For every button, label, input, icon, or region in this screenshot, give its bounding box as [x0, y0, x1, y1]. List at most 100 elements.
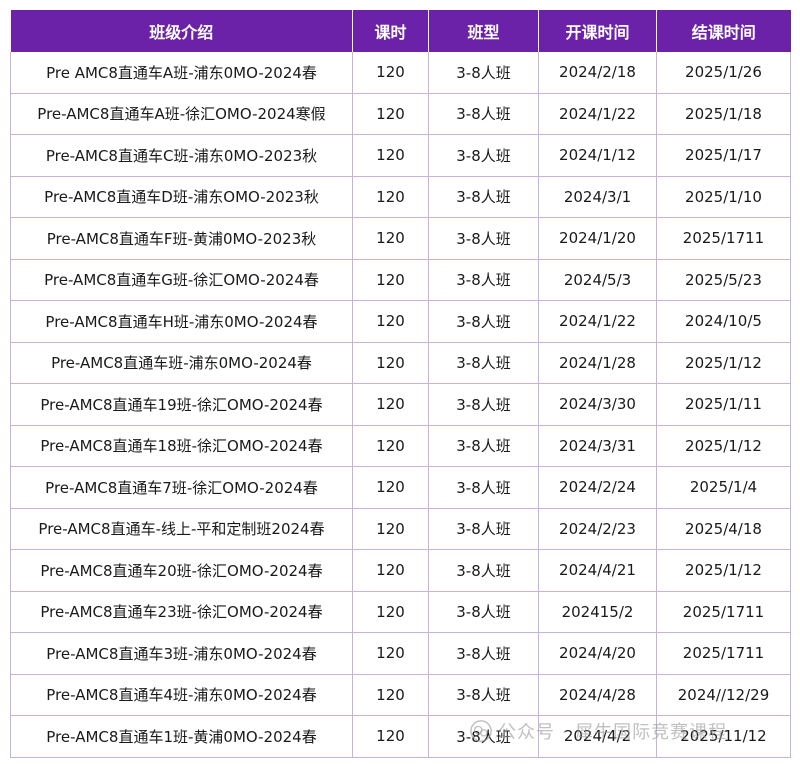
start-date-cell: 2024/3/30: [538, 383, 657, 426]
class-type-cell: 3-8人班: [428, 715, 539, 758]
table-row: Pre AMC8直通车A班-浦东0MO-2024春 120 3-8人班 2024/2/…: [10, 52, 791, 94]
start-date-cell: 2024/4/21: [538, 549, 657, 592]
table-row: Pre-AMC8直通车班-浦东0MO-2024春 120 3-8人班 2024/1/2…: [10, 341, 791, 384]
hours-cell: 120: [352, 217, 429, 260]
end-date-cell: 2025/1711: [656, 632, 791, 675]
end-date-cell: 2025/1/12: [656, 341, 791, 384]
start-date-cell: 2024/5/3: [538, 258, 657, 301]
start-date-cell: 2024/2/18: [538, 52, 657, 94]
end-date-cell: 2025/1/12: [656, 549, 791, 592]
end-date-cell: 2025/11/12: [656, 715, 791, 758]
class-type-cell: 3-8人班: [428, 632, 539, 675]
table-row: Pre-AMC8直通车3班-浦东0MO-2024春 120 3-8人班 2024/4/…: [10, 632, 791, 675]
end-date-cell: 2025/1711: [656, 590, 791, 633]
class-intro-cell: Pre-AMC8直通车3班-浦东0MO-2024春: [10, 632, 353, 675]
table-row: Pre-AMC8直通车D班-浦东OMO-2023秋 120 3-8人班 2024/3/…: [10, 175, 791, 218]
table-row: Pre-AMC8直通车7班-徐汇OMO-2024春 120 3-8人班 2024/2/…: [10, 466, 791, 509]
end-date-cell: 2025/1/18: [656, 92, 791, 135]
class-intro-cell: Pre-AMC8直通车1班-黄浦0MO-2024春: [10, 715, 353, 758]
start-date-cell: 2024/1/20: [538, 217, 657, 260]
class-type-cell: 3-8人班: [428, 217, 539, 260]
hours-cell: 120: [352, 134, 429, 177]
class-type-cell: 3-8人班: [428, 300, 539, 343]
start-date-cell: 2024/4/20: [538, 632, 657, 675]
hours-cell: 120: [352, 383, 429, 426]
start-date-cell: 2024/1/28: [538, 341, 657, 384]
hours-cell: 120: [352, 673, 429, 716]
header-hours: 课时: [352, 10, 429, 52]
class-intro-cell: Pre-AMC8直通车7班-徐汇OMO-2024春: [10, 466, 353, 509]
class-type-cell: 3-8人班: [428, 424, 539, 467]
class-intro-cell: Pre-AMC8直通车20班-徐汇OMO-2024春: [10, 549, 353, 592]
hours-cell: 120: [352, 590, 429, 633]
start-date-cell: 2024/3/1: [538, 175, 657, 218]
header-class-type: 班型: [428, 10, 539, 52]
class-type-cell: 3-8人班: [428, 549, 539, 592]
end-date-cell: 2024/10/5: [656, 300, 791, 343]
hours-cell: 120: [352, 52, 429, 94]
course-schedule-table: 班级介绍 课时 班型 开课时间 结课时间 Pre AMC8直通车A班-浦东0MO…: [10, 10, 791, 758]
class-type-cell: 3-8人班: [428, 92, 539, 135]
table-row: Pre-AMC8直通车H班-浦东0MO-2024春 120 3-8人班 2024/1/…: [10, 300, 791, 343]
table-row: Pre-AMC8直通车C班-浦东0MO-2023秋 120 3-8人班 2024/1/…: [10, 134, 791, 177]
class-type-cell: 3-8人班: [428, 590, 539, 633]
hours-cell: 120: [352, 507, 429, 550]
class-intro-cell: Pre-AMC8直通车19班-徐汇OMO-2024春: [10, 383, 353, 426]
class-type-cell: 3-8人班: [428, 383, 539, 426]
class-intro-cell: Pre-AMC8直通车H班-浦东0MO-2024春: [10, 300, 353, 343]
start-date-cell: 2024/2/24: [538, 466, 657, 509]
header-start-date: 开课时间: [538, 10, 657, 52]
course-table-container: 班级介绍 课时 班型 开课时间 结课时间 Pre AMC8直通车A班-浦东0MO…: [10, 10, 791, 758]
start-date-cell: 2024/1/12: [538, 134, 657, 177]
class-intro-cell: Pre-AMC8直通车D班-浦东OMO-2023秋: [10, 175, 353, 218]
table-row: Pre-AMC8直通车G班-徐汇OMO-2024春 120 3-8人班 2024/5/…: [10, 258, 791, 301]
end-date-cell: 2025/1/17: [656, 134, 791, 177]
hours-cell: 120: [352, 424, 429, 467]
end-date-cell: 2025/4/18: [656, 507, 791, 550]
hours-cell: 120: [352, 466, 429, 509]
class-intro-cell: Pre-AMC8直通车G班-徐汇OMO-2024春: [10, 258, 353, 301]
end-date-cell: 2025/5/23: [656, 258, 791, 301]
class-type-cell: 3-8人班: [428, 134, 539, 177]
class-intro-cell: Pre-AMC8直通车18班-徐汇OMO-2024春: [10, 424, 353, 467]
class-intro-cell: Pre AMC8直通车A班-浦东0MO-2024春: [10, 52, 353, 94]
hours-cell: 120: [352, 341, 429, 384]
class-intro-cell: Pre-AMC8直通车-线上-平和定制班2024春: [10, 507, 353, 550]
end-date-cell: 2025/1/11: [656, 383, 791, 426]
class-type-cell: 3-8人班: [428, 341, 539, 384]
class-type-cell: 3-8人班: [428, 52, 539, 94]
end-date-cell: 2025/1/10: [656, 175, 791, 218]
header-class-intro: 班级介绍: [10, 10, 353, 52]
hours-cell: 120: [352, 92, 429, 135]
start-date-cell: 2024/1/22: [538, 92, 657, 135]
table-body: Pre AMC8直通车A班-浦东0MO-2024春 120 3-8人班 2024/2/…: [10, 52, 791, 758]
class-intro-cell: Pre-AMC8直通车4班-浦东0MO-2024春: [10, 673, 353, 716]
start-date-cell: 2024/2/23: [538, 507, 657, 550]
start-date-cell: 2024/4/2: [538, 715, 657, 758]
class-type-cell: 3-8人班: [428, 673, 539, 716]
start-date-cell: 202415/2: [538, 590, 657, 633]
header-row: 班级介绍 课时 班型 开课时间 结课时间: [10, 10, 791, 52]
end-date-cell: 2025/1/26: [656, 52, 791, 94]
class-type-cell: 3-8人班: [428, 507, 539, 550]
hours-cell: 120: [352, 549, 429, 592]
class-intro-cell: Pre-AMC8直通车23班-徐汇OMO-2024春: [10, 590, 353, 633]
class-intro-cell: Pre-AMC8直通车F班-黄浦0MO-2023秋: [10, 217, 353, 260]
class-intro-cell: Pre-AMC8直通车A班-徐汇OMO-2024寒假: [10, 92, 353, 135]
class-type-cell: 3-8人班: [428, 258, 539, 301]
class-type-cell: 3-8人班: [428, 466, 539, 509]
table-row: Pre-AMC8直通车-线上-平和定制班2024春 120 3-8人班 2024/2/…: [10, 507, 791, 550]
end-date-cell: 2025/1711: [656, 217, 791, 260]
start-date-cell: 2024/1/22: [538, 300, 657, 343]
end-date-cell: 2025/1/12: [656, 424, 791, 467]
start-date-cell: 2024/4/28: [538, 673, 657, 716]
table-row: Pre-AMC8直通车18班-徐汇OMO-2024春 120 3-8人班 2024/3…: [10, 424, 791, 467]
table-row: Pre-AMC8直通车4班-浦东0MO-2024春 120 3-8人班 2024/4/…: [10, 673, 791, 716]
table-header: 班级介绍 课时 班型 开课时间 结课时间: [10, 10, 791, 52]
class-intro-cell: Pre-AMC8直通车C班-浦东0MO-2023秋: [10, 134, 353, 177]
table-row: Pre-AMC8直通车1班-黄浦0MO-2024春 120 3-8人班 2024/4/…: [10, 715, 791, 758]
hours-cell: 120: [352, 300, 429, 343]
table-row: Pre-AMC8直通车F班-黄浦0MO-2023秋 120 3-8人班 2024/1/…: [10, 217, 791, 260]
header-end-date: 结课时间: [656, 10, 791, 52]
hours-cell: 120: [352, 632, 429, 675]
